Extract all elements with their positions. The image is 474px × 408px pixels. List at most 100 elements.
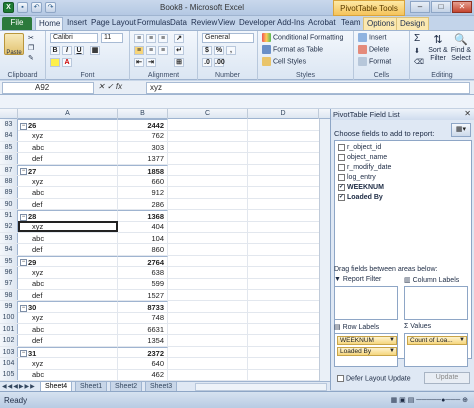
cell-c[interactable] xyxy=(168,266,248,278)
cell-c[interactable] xyxy=(168,210,248,221)
sort-filter-button[interactable]: ⇅ Sort & Filter xyxy=(427,33,449,67)
row-header[interactable]: 84 xyxy=(0,130,18,141)
increase-indent-icon[interactable]: ⇥ xyxy=(146,58,156,67)
undo-icon[interactable]: ↶ xyxy=(31,2,42,13)
font-name-dropdown[interactable]: Calibri xyxy=(50,33,98,43)
cell-c[interactable] xyxy=(168,153,248,164)
dropdown-arrow-icon[interactable]: ▼ xyxy=(389,337,395,344)
cell-d[interactable] xyxy=(248,130,319,141)
table-row[interactable]: 90 def 286 xyxy=(0,198,319,211)
merge-icon[interactable]: ⊞ xyxy=(174,58,184,67)
table-row[interactable]: 84 xyz 762 xyxy=(0,130,319,142)
percent-button[interactable]: % xyxy=(214,46,224,55)
close-icon[interactable]: ✕ xyxy=(464,109,471,118)
tab-add-ins[interactable]: Add-Ins xyxy=(274,17,308,30)
column-labels-area[interactable] xyxy=(404,286,468,320)
pivot-group-row[interactable]: 95−29 2764 xyxy=(0,255,319,268)
field-item-r-object-id[interactable]: r_object_id xyxy=(338,143,381,153)
tab-page-layout[interactable]: Page Layout xyxy=(88,17,139,30)
cell-d[interactable] xyxy=(248,369,319,380)
cell-a[interactable]: −31 xyxy=(18,346,118,358)
cell-b[interactable]: 2764 xyxy=(118,255,168,267)
view-buttons-icon[interactable]: ▦ ▣ ▤ ─────●─── ⊕ xyxy=(391,396,468,404)
column-header-a[interactable]: A xyxy=(18,109,118,119)
cell-d[interactable] xyxy=(248,176,319,187)
row-field-loaded-by[interactable]: Loaded By ▼ xyxy=(337,347,397,356)
cell-b[interactable]: 6631 xyxy=(118,323,168,335)
cell-b[interactable]: 303 xyxy=(118,141,168,153)
cell-a[interactable]: abc xyxy=(18,187,118,198)
table-row[interactable]: 94 def 860 xyxy=(0,244,319,256)
cell-d[interactable] xyxy=(248,233,319,244)
table-row[interactable]: 86 def 1377 xyxy=(0,153,319,165)
table-row[interactable]: 88 xyz 660 xyxy=(0,175,319,188)
row-header[interactable]: 97 xyxy=(0,278,18,289)
cell-d[interactable] xyxy=(248,142,319,153)
table-row[interactable]: 104 xyz 640 xyxy=(0,357,319,370)
tab-view[interactable]: View xyxy=(215,17,238,30)
tab-options[interactable]: Options xyxy=(363,17,399,30)
row-header[interactable]: 90 xyxy=(0,198,18,210)
cell-c[interactable] xyxy=(168,335,248,346)
tab-acrobat[interactable]: Acrobat xyxy=(305,17,339,30)
decrease-decimal-icon[interactable]: .00 xyxy=(214,58,225,67)
row-header[interactable]: 95 xyxy=(0,255,18,267)
fill-color-icon[interactable] xyxy=(50,58,60,67)
cell-c[interactable] xyxy=(168,301,248,312)
cell-d[interactable] xyxy=(248,301,319,312)
fill-icon[interactable]: ⬇ xyxy=(414,47,420,55)
cell-b[interactable]: 762 xyxy=(118,130,168,141)
table-row[interactable]: 102 def 1354 xyxy=(0,335,319,347)
checkbox-icon[interactable] xyxy=(338,173,345,181)
pivot-group-row[interactable]: 83−26 2442 xyxy=(0,119,319,131)
cell-b[interactable]: 1858 xyxy=(118,164,168,176)
horizontal-scrollbar[interactable] xyxy=(195,383,327,391)
align-bottom-icon[interactable]: ≡ xyxy=(158,34,168,43)
row-header[interactable]: 98 xyxy=(0,289,18,301)
save-icon[interactable]: ▪ xyxy=(17,2,28,13)
row-header[interactable]: 92 xyxy=(0,221,18,232)
cell-a[interactable]: −29 xyxy=(18,255,118,267)
cell-c[interactable] xyxy=(168,244,248,255)
format-cells-button[interactable]: Format xyxy=(358,57,391,66)
align-top-icon[interactable]: ≡ xyxy=(134,34,144,43)
row-labels-area[interactable]: WEEKNUM ▼ Loaded By ▼ xyxy=(334,333,398,367)
cell-c[interactable] xyxy=(168,164,248,176)
select-all-corner[interactable] xyxy=(0,109,18,119)
italic-button[interactable]: I xyxy=(62,46,72,55)
row-header[interactable]: 105 xyxy=(0,369,18,380)
borders-icon[interactable]: ▦ xyxy=(90,46,100,55)
cell-c[interactable] xyxy=(168,346,248,358)
cell-a[interactable]: def xyxy=(18,244,118,255)
cell-d[interactable] xyxy=(248,267,319,278)
cut-icon[interactable]: ✂ xyxy=(28,34,34,42)
cell-d[interactable] xyxy=(248,312,319,323)
row-header[interactable]: 91 xyxy=(0,210,18,221)
autosum-button[interactable]: Σ xyxy=(414,33,420,44)
table-row[interactable]: 93 abc 104 xyxy=(0,232,319,245)
row-header[interactable]: 87 xyxy=(0,164,18,176)
cell-b[interactable]: 462 xyxy=(118,369,168,380)
table-row[interactable]: 96 xyz 638 xyxy=(0,266,319,279)
checkbox-icon[interactable] xyxy=(338,143,345,151)
cell-a[interactable]: xyz xyxy=(18,312,118,324)
values-area[interactable]: Count of Loa... ▼ xyxy=(404,333,468,367)
field-item-loaded-by[interactable]: ✓ Loaded By xyxy=(338,193,383,203)
worksheet-grid[interactable]: 83−26 2442 84 xyz 762 85 abc 303 86 def 1377 87−27 1… xyxy=(0,119,319,381)
column-header-c[interactable]: C xyxy=(168,109,248,119)
cell-d[interactable] xyxy=(248,153,319,164)
cell-a[interactable]: abc xyxy=(18,141,118,153)
increase-decimal-icon[interactable]: .0 xyxy=(202,58,212,67)
field-item-weeknum[interactable]: ✓ WEEKNUM xyxy=(338,183,384,193)
layout-options-button[interactable]: ▦▾ xyxy=(451,123,471,137)
redo-icon[interactable]: ↷ xyxy=(45,2,56,13)
cell-c[interactable] xyxy=(168,187,248,198)
delete-cells-button[interactable]: Delete xyxy=(358,45,389,54)
cell-b[interactable]: 8733 xyxy=(118,301,168,312)
cell-b[interactable]: 1527 xyxy=(118,289,168,301)
update-button[interactable]: Update xyxy=(424,372,470,384)
cell-d[interactable] xyxy=(248,119,319,130)
dropdown-arrow-icon[interactable]: ▼ xyxy=(459,337,465,344)
cell-c[interactable] xyxy=(168,198,248,210)
collapse-icon[interactable]: − xyxy=(20,259,27,267)
